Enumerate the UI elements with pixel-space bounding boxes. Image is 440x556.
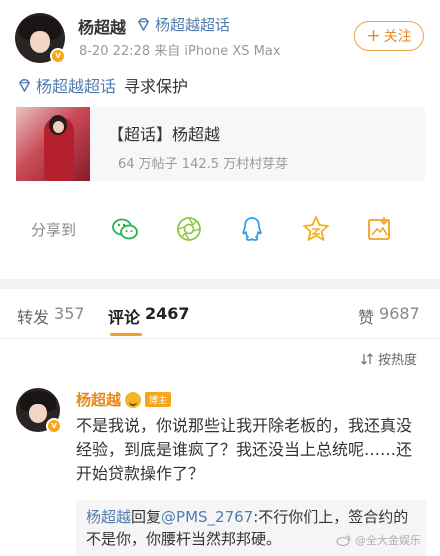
reply-mention[interactable]: @PMS_2767 [161,508,253,526]
plus-icon: + [366,26,381,46]
weibo-logo-icon [336,535,351,546]
tab-comment-count: 2467 [145,304,190,323]
watermark-text: @全大金娱乐 [355,534,421,547]
qq-icon[interactable] [237,214,267,244]
content-topic-link[interactable]: 杨超越超话 [36,73,116,97]
sort-label: 按热度 [378,353,418,368]
reply-author[interactable]: 杨超越 [86,508,131,526]
sort-icon [361,352,373,365]
supertopic-label: 杨超越超话 [155,16,231,34]
post-meta: 8-20 22:28 来自 iPhone XS Max [79,44,281,59]
post-content: 杨超越超话 寻求保护 [17,73,188,97]
reply-verb: 回复 [131,508,162,526]
share-label: 分享到 [31,221,77,239]
tab-repost-count: 357 [54,304,85,323]
verified-badge-icon: v [50,48,66,64]
comment-text: 不是我说，你说那些让我开除老板的，我还真没经验，到底是谁疯了？我还没当上总统呢…… [76,416,413,483]
active-tab-indicator [110,333,142,336]
supertopic-card-stats: 64 万帖子 142.5 万村村芽芽 [118,157,289,172]
follow-label: 关注 [383,29,412,45]
verified-badge-icon: v [46,418,62,434]
supertopic-card[interactable]: 【超话】杨超越 64 万帖子 142.5 万村村芽芽 [16,107,425,181]
follow-button[interactable]: + 关注 [354,21,424,51]
sort-toggle[interactable]: 按热度 [360,349,417,368]
tab-comment[interactable]: 评论 2467 [108,304,190,328]
content-text: 寻求保护 [124,77,189,96]
host-badge: 博主 [145,392,172,407]
commenter-name-label: 杨超越 [76,391,122,409]
supertopic-card-title: 【超话】杨超越 [108,125,221,144]
wechat-icon[interactable] [110,214,140,244]
fan-emoji-icon [125,391,142,408]
tab-like-count: 9687 [379,304,420,323]
tab-repost[interactable]: 转发 357 [17,304,85,328]
moments-icon[interactable] [174,214,204,244]
supertopic-thumbnail [16,107,90,181]
tab-comment-label: 评论 [108,308,141,327]
save-image-icon[interactable] [364,214,394,244]
commenter-name[interactable]: 杨超越 博主 [76,389,172,410]
author-name[interactable]: 杨超越 [78,14,126,38]
share-row: 分享到 [0,210,440,250]
diamond-icon [19,78,30,92]
diamond-icon [138,18,149,31]
tab-repost-label: 转发 [17,308,50,327]
tab-like-label: 赞 [358,308,375,327]
section-divider [0,279,440,289]
interaction-tabs: 转发 357 评论 2467 赞 9687 [0,289,440,339]
supertopic-link[interactable]: 杨超越超话 [136,14,230,35]
tab-like[interactable]: 赞 9687 [358,304,420,328]
post-header: v 杨超越 杨超越超话 8-20 22:28 来自 iPhone XS Max … [0,0,440,70]
qzone-icon[interactable] [301,214,331,244]
watermark: @全大金娱乐 [336,532,421,548]
